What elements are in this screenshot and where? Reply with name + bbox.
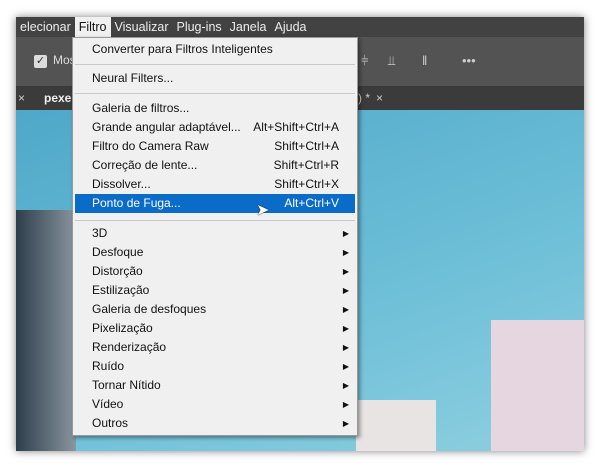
- item-label: Galeria de desfoques: [92, 302, 207, 316]
- menu-item-neural-filters[interactable]: Neural Filters...: [75, 69, 355, 88]
- menu-item-submenu[interactable]: Vídeo ▶: [75, 395, 355, 414]
- item-shortcut: Alt+Ctrl+V: [284, 196, 339, 210]
- menu-item-filter[interactable]: Correção de lente... Shift+Ctrl+R: [75, 156, 355, 175]
- item-label: Ponto de Fuga...: [92, 196, 181, 210]
- menu-selecionar[interactable]: elecionar: [16, 17, 75, 37]
- menu-item-filter[interactable]: Galeria de filtros...: [75, 99, 355, 118]
- menu-item-submenu[interactable]: Desfoque ▶: [75, 243, 355, 262]
- menu-item-submenu[interactable]: Renderização ▶: [75, 338, 355, 357]
- menu-item-submenu[interactable]: 3D ▶: [75, 224, 355, 243]
- item-label: Dissolver...: [92, 177, 151, 191]
- menu-item-filter[interactable]: Grande angular adaptável... Alt+Shift+Ctr…: [75, 118, 355, 137]
- item-label: Renderização: [92, 340, 167, 354]
- submenu-arrow-icon: ▶: [342, 324, 349, 333]
- align-center-icon[interactable]: ⫩: [361, 53, 368, 69]
- submenu-arrow-icon: ▶: [342, 267, 349, 276]
- menu-item-filter[interactable]: Dissolver... Shift+Ctrl+X: [75, 175, 355, 194]
- item-label: 3D: [92, 226, 108, 240]
- separator: [75, 64, 355, 65]
- align-bottom-icon[interactable]: ⫫: [388, 53, 395, 69]
- item-shortcut: Alt+Shift+Ctrl+A: [253, 120, 339, 134]
- menu-item-submenu[interactable]: Ruído ▶: [75, 357, 355, 376]
- tab-document[interactable]: pexe: [44, 87, 71, 110]
- item-shortcut: Shift+Ctrl+A: [274, 139, 339, 153]
- submenu-arrow-icon: ▶: [342, 286, 349, 295]
- menu-item-filter[interactable]: Filtro do Camera Raw Shift+Ctrl+A: [75, 137, 355, 156]
- menu-item-submenu[interactable]: Tornar Nítido ▶: [75, 376, 355, 395]
- menu-janela[interactable]: Janela: [226, 17, 271, 37]
- mouse-cursor-icon: ➤: [256, 202, 270, 219]
- close-tab-icon[interactable]: ×: [376, 87, 383, 110]
- menu-item-submenu[interactable]: Estilização ▶: [75, 281, 355, 300]
- menu-item-submenu[interactable]: Galeria de desfoques ▶: [75, 300, 355, 319]
- item-label: Distorção: [92, 264, 143, 278]
- menu-item-submenu[interactable]: Distorção ▶: [75, 262, 355, 281]
- submenu-arrow-icon: ▶: [342, 381, 349, 390]
- item-label: Tornar Nítido: [92, 378, 161, 392]
- menu-item-submenu[interactable]: Pixelização ▶: [75, 319, 355, 338]
- close-tab-icon[interactable]: ×: [18, 87, 25, 110]
- more-options-button[interactable]: •••: [462, 53, 476, 68]
- menubar: elecionar Filtro Visualizar Plug-ins Jan…: [16, 17, 584, 37]
- item-label: Estilização: [92, 283, 150, 297]
- item-label: Ruído: [92, 359, 125, 373]
- menu-ajuda[interactable]: Ajuda: [271, 17, 311, 37]
- building-middle: [356, 400, 436, 451]
- submenu-arrow-icon: ▶: [342, 229, 349, 238]
- item-label: Outros: [92, 416, 129, 430]
- submenu-arrow-icon: ▶: [342, 343, 349, 352]
- item-label: Correção de lente...: [92, 158, 198, 172]
- submenu-arrow-icon: ▶: [342, 419, 349, 428]
- item-label: Filtro do Camera Raw: [92, 139, 209, 153]
- item-label: Grande angular adaptável...: [92, 120, 241, 134]
- submenu-arrow-icon: ▶: [342, 400, 349, 409]
- building-left: [16, 210, 76, 451]
- item-shortcut: Shift+Ctrl+X: [274, 177, 339, 191]
- menu-item-filter[interactable]: Ponto de Fuga... Alt+Ctrl+V: [75, 194, 355, 213]
- menu-item-submenu[interactable]: Outros ▶: [75, 414, 355, 433]
- submenu-arrow-icon: ▶: [342, 362, 349, 371]
- menu-plugins[interactable]: Plug-ins: [172, 17, 225, 37]
- item-label: Pixelização: [92, 321, 153, 335]
- item-label: Desfoque: [92, 245, 144, 259]
- menu-filtro[interactable]: Filtro: [74, 17, 111, 37]
- building-right: [491, 320, 584, 451]
- item-label: Neural Filters...: [92, 71, 174, 85]
- submenu-arrow-icon: ▶: [342, 305, 349, 314]
- menu-item-converter[interactable]: Converter para Filtros Inteligentes: [75, 40, 355, 59]
- submenu-arrow-icon: ▶: [342, 248, 349, 257]
- show-transform-checkbox[interactable]: ✓: [34, 55, 47, 68]
- tab-document-2[interactable]: ) *: [358, 87, 370, 110]
- item-label: Galeria de filtros...: [92, 101, 190, 115]
- menu-visualizar[interactable]: Visualizar: [111, 17, 173, 37]
- item-label: Converter para Filtros Inteligentes: [92, 42, 273, 56]
- item-shortcut: Shift+Ctrl+R: [273, 158, 339, 172]
- separator: [75, 220, 355, 221]
- distribute-icon[interactable]: ‖: [422, 53, 427, 68]
- filtro-dropdown-menu: Converter para Filtros Inteligentes Neur…: [72, 37, 358, 436]
- item-label: Vídeo: [92, 397, 124, 411]
- separator: [75, 93, 355, 94]
